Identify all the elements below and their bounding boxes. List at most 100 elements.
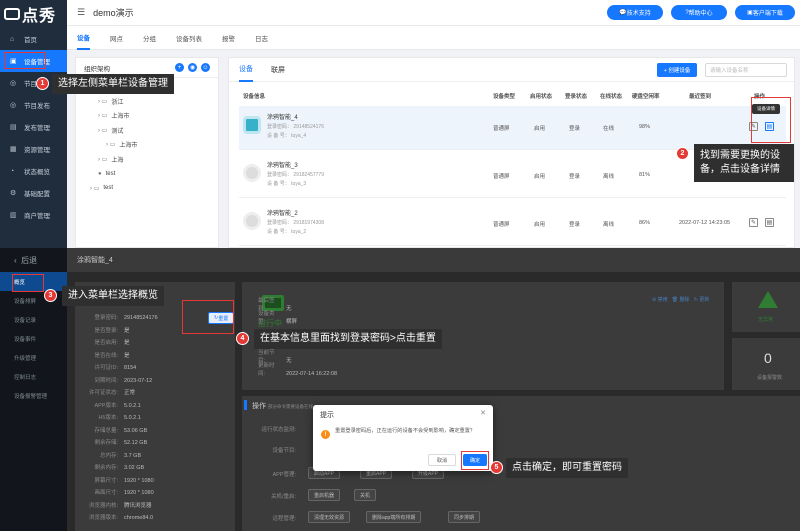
- add-icon[interactable]: +: [175, 63, 184, 72]
- status-row: 设备类型: 横屏: [258, 311, 298, 325]
- info-row: 浏览器内核: 腾讯浏览器: [88, 502, 152, 509]
- tab-alarm[interactable]: 报警: [222, 26, 235, 50]
- cell-enabled: 启用: [534, 222, 546, 228]
- step-callout-3: 进入菜单栏选择概览: [62, 286, 164, 306]
- tree-node[interactable]: › ▭ 上海市: [76, 109, 218, 124]
- device-search-input[interactable]: 请输入设备名称: [705, 63, 787, 77]
- ops-button[interactable]: 同步排期: [448, 511, 481, 523]
- dialog-message: 重置登录密码后，正在运行的设备不会受到影响，确定重置？: [335, 428, 476, 434]
- detail-nav-item[interactable]: 设备报警管理: [0, 386, 67, 405]
- close-icon[interactable]: ✕: [480, 409, 486, 417]
- folder-icon: › ▭: [106, 142, 116, 149]
- sidebar-item-label: 资源管理: [24, 147, 50, 154]
- sidebar-item-label: 商户管理: [24, 213, 50, 220]
- home-icon: ⌂: [10, 35, 15, 43]
- sidebar-item-8[interactable]: ▥ 商户管理: [0, 204, 67, 226]
- client-download-button[interactable]: ▣ 客户端下载: [735, 5, 795, 20]
- highlight-box-detail: [751, 97, 791, 143]
- device-thumbnail-icon: [243, 212, 261, 230]
- step-callout-5: 点击确定，即可重置密码: [506, 458, 628, 478]
- location-icon[interactable]: ◉: [188, 63, 197, 72]
- cell-login: 登录: [569, 126, 581, 132]
- tree-node[interactable]: ● test: [76, 167, 218, 182]
- warning-icon: !: [321, 430, 330, 439]
- device-number: 设 备 号： tuya_3: [267, 181, 307, 187]
- step-badge-2: 2: [676, 147, 689, 160]
- ops-button[interactable]: 删除app端所有排期: [366, 511, 422, 523]
- cell-login: 登录: [569, 222, 581, 228]
- ops-label: 关机/重启:: [270, 494, 296, 500]
- info-row: 许可证ID: 8154: [94, 365, 137, 371]
- ops-button[interactable]: 重启机器: [308, 489, 341, 501]
- sidebar-item-4[interactable]: ▤ 发布管理: [0, 116, 67, 138]
- edit-icon[interactable]: ✎: [749, 218, 758, 227]
- tab-outlet[interactable]: 网点: [110, 26, 123, 50]
- device-management-screen: 点秀 ⌂ 首页 ▣ 设备管理 ◎ 节目 ◎ 节目发布 ▤ 发布管理 ▦ 资源管理 ◔ 状态概览 ⚙ 基础配置 ▥…: [0, 0, 800, 248]
- folder-icon: › ▭: [98, 127, 108, 134]
- tech-support-button[interactable]: 💬 技术支持: [607, 5, 663, 20]
- sidebar-item-label: 状态概览: [24, 169, 50, 176]
- help-center-button[interactable]: ? 帮助中心: [671, 5, 727, 20]
- tree-node[interactable]: › ▭ 上海: [76, 152, 218, 167]
- sidebar-item-0[interactable]: ⌂ 首页: [0, 28, 67, 50]
- tab-group[interactable]: 分组: [143, 26, 156, 50]
- tab-devices[interactable]: 设备: [239, 58, 253, 82]
- sidebar-item-3[interactable]: ◎ 节目发布: [0, 94, 67, 116]
- tree-node[interactable]: › ▭ test: [76, 181, 218, 196]
- publish-icon: ▤: [10, 124, 17, 131]
- device-detail-icon[interactable]: ▤: [765, 218, 774, 227]
- alarm-count-value: 0: [764, 350, 772, 366]
- device-password: 登录密码： 29148524176: [267, 124, 324, 130]
- device-password: 登录密码： 29181974308: [267, 220, 324, 226]
- alarm-count-label: 设备报警数: [757, 375, 783, 381]
- alert-icon: [758, 291, 778, 308]
- detail-nav-item[interactable]: 控制日志: [0, 367, 67, 386]
- step-callout-1: 选择左侧菜单栏设备管理: [52, 74, 174, 94]
- step-badge-4: 4: [236, 332, 249, 345]
- info-row: 许可证状态: 正常: [88, 390, 136, 396]
- detail-nav-item[interactable]: 升级管理: [0, 348, 67, 367]
- info-row: 剩余存储: 52.12 GB: [94, 440, 148, 446]
- table-header: 设备信息 设备类型 启用状态 登录状态 在线状态 硬盘空闲率 最近签到 操作: [243, 94, 766, 100]
- update-button[interactable]: ↻ 更新: [694, 297, 710, 303]
- sub-tabs: 设备 网点 分组 设备列表 报警 日志: [67, 26, 800, 50]
- status-row: 更新时间: 2022-07-14 16:22:08: [258, 363, 338, 377]
- menu-toggle-icon[interactable]: ☰: [77, 7, 85, 18]
- user-icon[interactable]: ☺: [201, 63, 210, 72]
- tab-device[interactable]: 设备: [77, 26, 90, 50]
- device-thumbnail-icon: [243, 116, 261, 134]
- dialog-title: 提示: [320, 412, 334, 419]
- ops-button[interactable]: 关机: [354, 489, 377, 501]
- info-row: H5版本: 5.0.2.1: [98, 415, 141, 421]
- highlight-box-menu: [4, 52, 46, 69]
- tree-node[interactable]: › ▭ 浙江: [76, 94, 218, 109]
- folder-icon: › ▭: [90, 185, 100, 192]
- tree-node[interactable]: › ▭ 测试: [76, 123, 218, 138]
- logo: 点秀: [0, 0, 67, 28]
- back-button[interactable]: ‹ 后退: [0, 248, 67, 272]
- disable-button[interactable]: ⊘ 禁用: [652, 297, 668, 303]
- cell-disk: 81%: [639, 172, 651, 178]
- config-icon: ⚙: [10, 190, 17, 197]
- detail-nav-item[interactable]: 设备记录: [0, 310, 67, 329]
- detail-nav-item[interactable]: 设备事件: [0, 329, 67, 348]
- sidebar-item-6[interactable]: ◔ 状态概览: [0, 160, 67, 182]
- ops-label: 运行状态监测:: [261, 427, 296, 433]
- create-device-button[interactable]: + 创建设备: [657, 63, 697, 77]
- tree-node[interactable]: › ▭ 上海市: [76, 138, 218, 153]
- device-number: 设 备 号： tuya_4: [267, 133, 307, 139]
- info-row: 到期时间: 2023-07-12: [94, 377, 153, 384]
- table-row[interactable]: 涂鸦智能_2 登录密码： 29181974308 设 备 号： tuya_2 普通屏 启…: [239, 202, 786, 246]
- ops-button[interactable]: 清理无效资源: [308, 511, 351, 523]
- cancel-button[interactable]: 取消: [428, 454, 456, 466]
- sidebar-item-7[interactable]: ⚙ 基础配置: [0, 182, 67, 204]
- highlight-box-overview: [12, 274, 44, 292]
- sidebar-item-5[interactable]: ▦ 资源管理: [0, 138, 67, 160]
- tab-linked-screens[interactable]: 联屏: [271, 58, 285, 82]
- delete-button[interactable]: 🗑 删除: [672, 297, 690, 303]
- info-row: 是否启用: 是: [94, 340, 130, 346]
- highlight-box-confirm: [461, 451, 489, 470]
- folder-icon: › ▭: [98, 156, 108, 163]
- tab-device-list[interactable]: 设备列表: [176, 26, 202, 50]
- tab-log[interactable]: 日志: [255, 26, 268, 50]
